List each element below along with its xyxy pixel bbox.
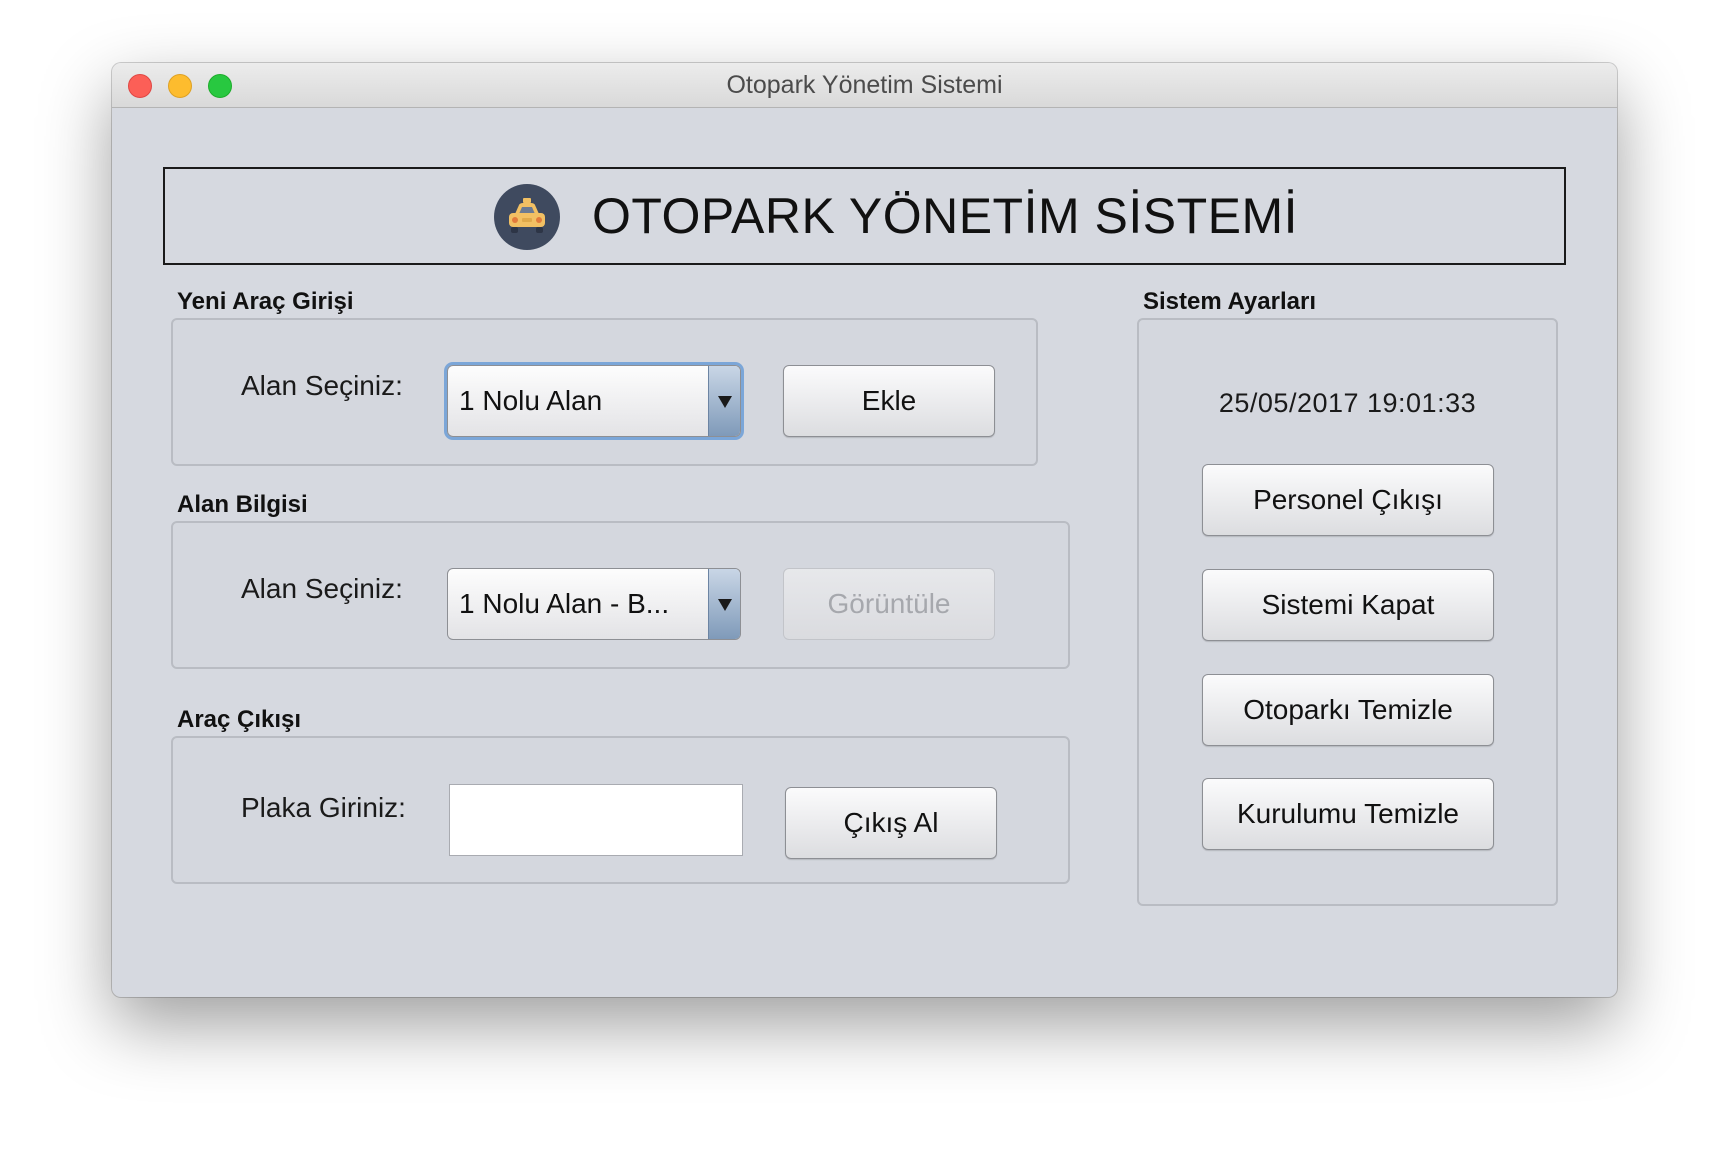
header-title: OTOPARK YÖNETİM SİSTEMİ [592,188,1299,244]
title-bar[interactable]: Otopark Yönetim Sistemi [112,63,1617,108]
window-title: Otopark Yönetim Sistemi [726,71,1003,99]
new-vehicle-area-select[interactable]: 1 Nolu Alan [447,365,741,437]
new-vehicle-group-label: Yeni Araç Girişi [177,288,354,315]
datetime-display: 25/05/2017 19:01:33 [1218,388,1477,418]
plate-input[interactable] [449,784,743,856]
chevron-down-icon[interactable] [708,366,740,436]
chevron-down-icon[interactable] [708,569,740,639]
add-button[interactable]: Ekle [783,365,995,437]
settings-panel: 25/05/2017 19:01:33 Personel Çıkışı Sist… [1137,318,1558,906]
plate-label: Plaka Giriniz: [241,792,406,823]
settings-group-label: Sistem Ayarları [1143,288,1316,315]
new-vehicle-panel: Alan Seçiniz: 1 Nolu Alan Ekle [171,318,1038,466]
new-vehicle-area-select-value: 1 Nolu Alan [459,385,603,416]
vehicle-exit-group-label: Araç Çıkışı [177,706,302,733]
area-info-group-label: Alan Bilgisi [177,491,308,518]
area-info-area-select[interactable]: 1 Nolu Alan - B... [447,568,741,640]
vehicle-exit-panel: Plaka Giriniz: Çıkış Al [171,736,1070,884]
shutdown-system-button[interactable]: Sistemi Kapat [1202,569,1494,641]
clear-setup-button[interactable]: Kurulumu Temizle [1202,778,1494,850]
header-banner: OTOPARK YÖNETİM SİSTEMİ [163,167,1566,265]
staff-exit-button[interactable]: Personel Çıkışı [1202,464,1494,536]
taxi-car-icon [494,184,560,250]
area-info-area-select-value: 1 Nolu Alan - B... [459,588,670,619]
exit-button[interactable]: Çıkış Al [785,787,997,859]
app-window: Otopark Yönetim Sistemi OTOPARK YÖNETİM … [112,63,1617,997]
area-info-area-label: Alan Seçiniz: [241,573,403,604]
view-button[interactable]: Görüntüle [783,568,995,640]
area-info-panel: Alan Seçiniz: 1 Nolu Alan - B... Görüntü… [171,521,1070,669]
new-vehicle-area-label: Alan Seçiniz: [241,370,403,401]
clear-parking-button[interactable]: Otoparkı Temizle [1202,674,1494,746]
